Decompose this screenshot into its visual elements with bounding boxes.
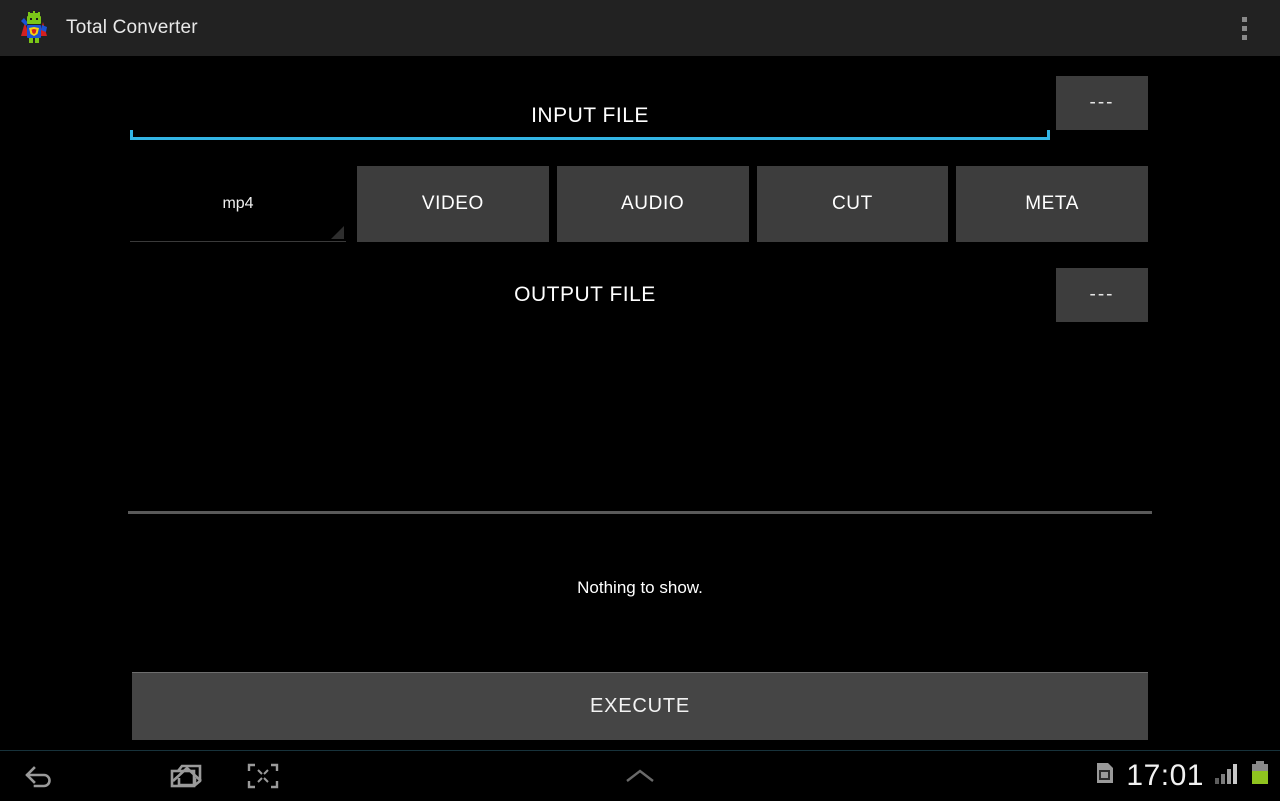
android-superhero-icon: [16, 10, 52, 46]
tab-meta[interactable]: META: [956, 166, 1148, 242]
output-file-browse-button[interactable]: ---: [1056, 268, 1148, 322]
app-screen: Total Converter INPUT FILE --- mp4 VIDEO…: [0, 0, 1280, 801]
app-title: Total Converter: [66, 17, 198, 38]
input-file-label: INPUT FILE: [531, 104, 649, 127]
signal-bars-icon: [1214, 761, 1240, 790]
sd-card-icon: [1094, 761, 1116, 790]
tab-cut[interactable]: CUT: [756, 166, 949, 242]
overflow-menu-icon[interactable]: [1226, 0, 1262, 56]
recent-apps-icon[interactable]: [150, 751, 224, 800]
input-file-row: INPUT FILE ---: [130, 76, 1148, 140]
list-divider: [128, 511, 1152, 514]
execute-button[interactable]: EXECUTE: [132, 672, 1148, 740]
shrink-screen-icon[interactable]: [226, 751, 300, 800]
format-spinner[interactable]: mp4: [130, 166, 346, 242]
input-file-field[interactable]: INPUT FILE: [130, 76, 1050, 140]
chevron-up-icon[interactable]: [603, 751, 677, 800]
title-bar: Total Converter: [0, 0, 1280, 56]
battery-icon: [1250, 760, 1270, 791]
spinner-caret-icon: [331, 226, 344, 239]
status-clock: 17:01: [1126, 758, 1204, 792]
status-area: 17:01: [1094, 751, 1270, 800]
tab-video[interactable]: VIDEO: [357, 166, 549, 242]
format-spinner-value: mp4: [222, 194, 254, 212]
tab-audio[interactable]: AUDIO: [556, 166, 749, 242]
output-file-row: OUTPUT FILE ---: [130, 268, 1148, 322]
overflow-dot: [1241, 34, 1247, 40]
output-file-label: OUTPUT FILE: [514, 283, 656, 306]
tabs-row: mp4 VIDEO AUDIO CUT META: [130, 166, 1148, 242]
main-content: INPUT FILE --- mp4 VIDEO AUDIO CUT META …: [0, 56, 1280, 750]
output-file-field[interactable]: OUTPUT FILE: [130, 268, 1050, 322]
back-arrow-icon[interactable]: [2, 751, 76, 800]
empty-list-message: Nothing to show.: [577, 578, 703, 597]
overflow-dot: [1241, 25, 1247, 31]
navigation-bar: 17:01: [0, 750, 1280, 801]
overflow-dot: [1241, 16, 1247, 22]
input-file-browse-button[interactable]: ---: [1056, 76, 1148, 130]
